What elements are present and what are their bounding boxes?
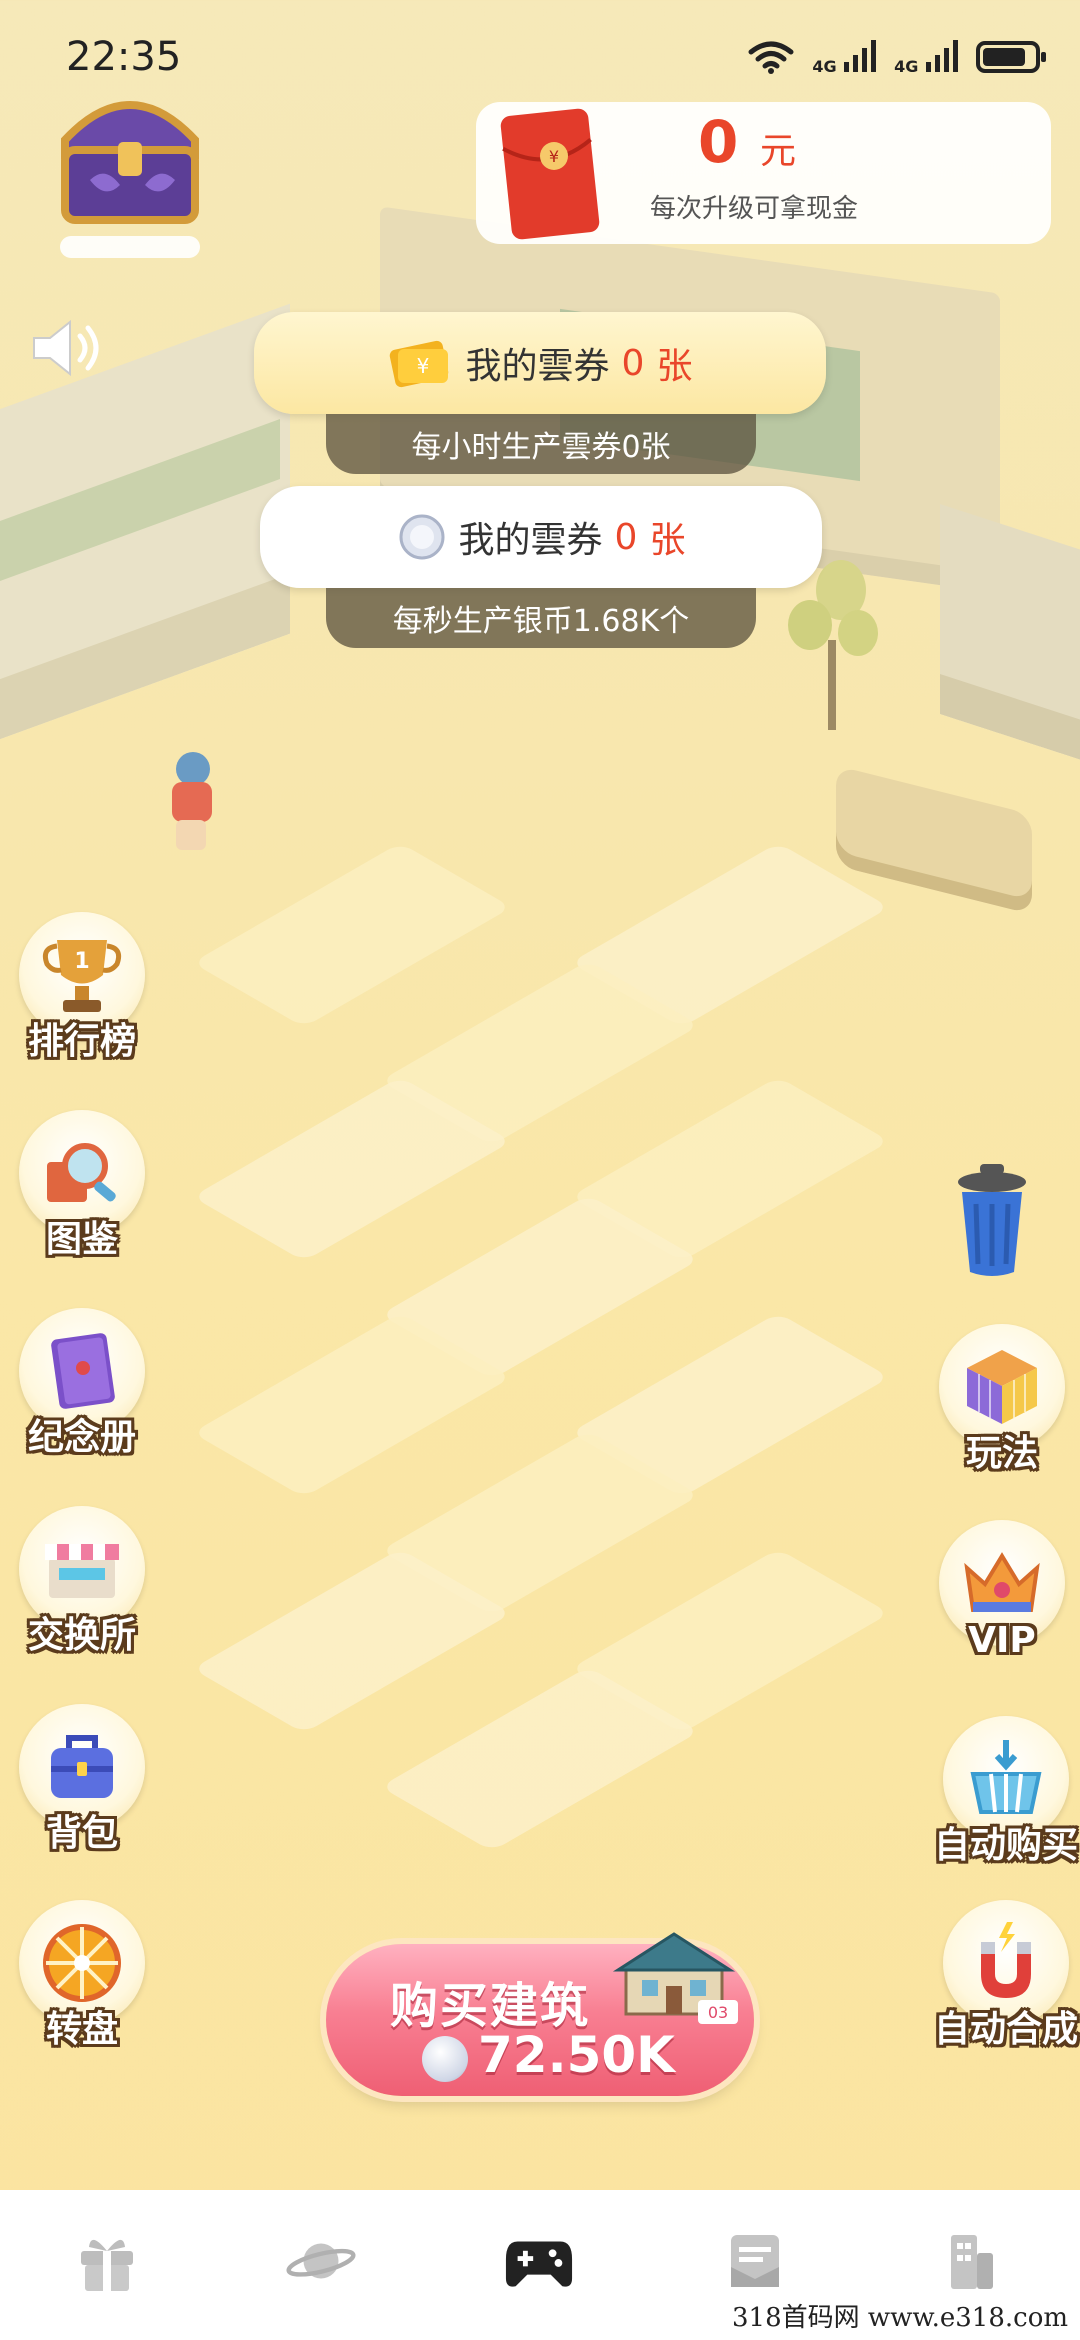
house-icon: 03 <box>612 1932 738 2024</box>
buy-building-price: 72.50K <box>478 2026 675 2084</box>
sound-toggle-icon[interactable] <box>30 318 110 378</box>
leaderboard-label: 排行榜 <box>27 1021 136 1062</box>
silver-count: 0 <box>614 516 638 558</box>
wifi-icon <box>748 41 794 74</box>
tree <box>788 560 878 730</box>
silver-coin-icon <box>422 2036 468 2082</box>
auto-merge-label: 自动合成 <box>933 2009 1078 2050</box>
cash-amount: 0 <box>698 108 739 176</box>
vip-label: VIP <box>968 1620 1036 1661</box>
cash-unit: 元 <box>760 131 797 172</box>
album-button[interactable]: 纪念册 <box>12 1308 152 1460</box>
bottom-navigation: 318首码网 www.e318.com <box>0 2190 1080 2340</box>
rubiks-cube-icon <box>967 1350 1037 1424</box>
collection-button[interactable]: 图鉴 <box>12 1110 152 1262</box>
watermark-text: 318首码网 www.e318.com <box>732 2303 1068 2333</box>
clock: 22:35 <box>66 34 182 80</box>
status-icons: 4G 4G <box>748 38 1046 76</box>
nav-gift[interactable] <box>72 2226 142 2296</box>
nav-building[interactable] <box>936 2226 1006 2296</box>
how-to-play-button[interactable]: 玩法 <box>932 1324 1072 1476</box>
silver-rate-label: 每秒生产银币1.68K个 <box>392 604 690 639</box>
trash-bin-icon[interactable] <box>952 1160 1032 1280</box>
coupon-rate-label: 每小时生产雲券0张 <box>411 430 671 465</box>
coupon-count: 0 <box>621 342 645 384</box>
svg-text:¥: ¥ <box>416 354 429 378</box>
gift-icon <box>81 2239 133 2291</box>
album-label: 纪念册 <box>27 1417 136 1458</box>
red-packet-icon: ¥ <box>500 108 600 240</box>
gamepad-icon <box>505 2241 573 2287</box>
walking-person <box>162 752 222 852</box>
leaderboard-button[interactable]: 1 排行榜 <box>12 912 152 1064</box>
right-building <box>940 504 1080 766</box>
mail-icon <box>731 2235 779 2287</box>
grid-tile[interactable] <box>192 842 512 1028</box>
wheel-label: 转盘 <box>45 2009 118 2050</box>
nav-planet[interactable] <box>286 2226 356 2296</box>
car <box>836 765 1032 915</box>
backpack-button[interactable]: 背包 <box>12 1704 152 1856</box>
crown-icon <box>964 1552 1040 1612</box>
coupon-ticket-icon: ¥ <box>389 340 448 388</box>
coupon-label: 我的雲券 <box>465 346 610 387</box>
exchange-button[interactable]: 交换所 <box>12 1506 152 1658</box>
battery-icon <box>976 41 1046 73</box>
svg-text:¥: ¥ <box>549 147 559 166</box>
treasure-chest-icon[interactable] <box>50 80 210 230</box>
cash-tip-text: 每次升级可拿现金 <box>650 194 859 224</box>
wheel-icon <box>43 1924 121 2002</box>
vip-button[interactable]: VIP <box>932 1520 1072 1661</box>
magnifier-icon <box>47 1143 116 1202</box>
auto-buy-label: 自动购买 <box>933 1825 1078 1866</box>
silver-coin-icon <box>399 514 445 560</box>
coupon-unit: 张 <box>656 346 693 387</box>
svg-text:1: 1 <box>74 949 89 974</box>
backpack-label: 背包 <box>45 1813 118 1854</box>
backpack-icon <box>51 1735 113 1798</box>
silver-unit: 张 <box>649 520 686 561</box>
magnet-icon <box>981 1922 1031 1998</box>
planet-icon <box>286 2243 356 2279</box>
cellular-signal-2: 4G <box>894 38 958 76</box>
exchange-label: 交换所 <box>27 1615 136 1656</box>
album-icon <box>51 1333 115 1409</box>
silver-label: 我的雲券 <box>458 520 603 561</box>
silver-rate-text: 每秒生产银币1.68K个 <box>326 588 756 648</box>
cellular-signal-1: 4G <box>812 38 877 76</box>
auto-merge-button[interactable]: 自动合成 <box>906 1900 1080 2052</box>
auto-buy-button[interactable]: 自动购买 <box>906 1716 1080 1868</box>
how-to-play-label: 玩法 <box>965 1433 1038 1474</box>
nav-game[interactable] <box>504 2226 574 2296</box>
coupon-rate-text: 每小时生产雲券0张 <box>326 414 756 474</box>
building-icon <box>951 2235 993 2289</box>
chest-progress-bar <box>60 236 200 258</box>
nav-mail[interactable] <box>720 2226 790 2296</box>
coupon-balance-pill[interactable]: ¥ 我的雲券 0 张 <box>254 312 826 414</box>
status-bar: 22:35 4G 4G <box>0 0 1080 90</box>
silver-balance-pill[interactable]: 我的雲券 0 张 <box>260 486 822 588</box>
shop-icon <box>45 1544 119 1598</box>
wheel-button[interactable]: 转盘 <box>12 1900 152 2052</box>
trophy-icon: 1 <box>42 940 122 1012</box>
collection-label: 图鉴 <box>45 1219 118 1260</box>
basket-icon <box>970 1740 1042 1814</box>
building-level-badge: 03 <box>708 2003 728 2022</box>
